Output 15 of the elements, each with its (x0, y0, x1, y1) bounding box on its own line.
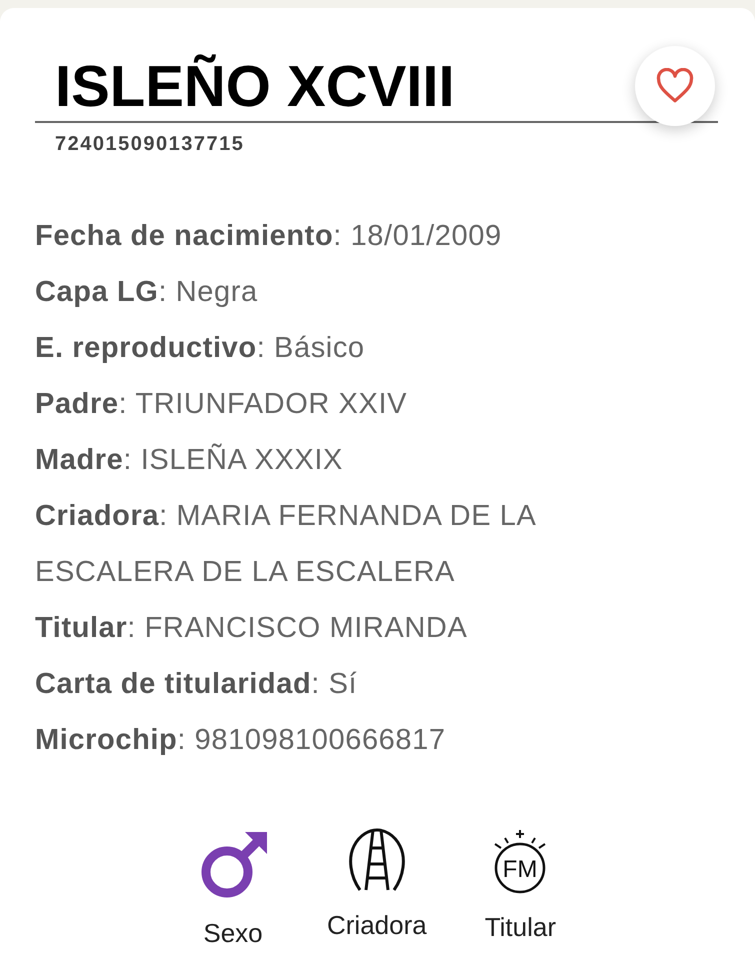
registration-number: 724015090137715 (55, 133, 246, 156)
badge-label: Titular (484, 912, 556, 943)
badge-label: Criadora (327, 910, 427, 941)
info-line: Madre: ISLEÑA XXXIX (35, 442, 344, 478)
info-line: Microchip: 981098100666817 (35, 723, 447, 758)
info-line: Capa LG: Negra (35, 275, 259, 310)
badge-label: Sexo (203, 918, 263, 949)
info-line: Carta de titularidad: Sí (35, 667, 358, 702)
info-line: Titular: FRANCISCO MIRANDA (35, 611, 468, 646)
horse-name: ISLEÑO XCVIII (55, 52, 455, 120)
info-line: Fecha de nacimiento: 18/01/2009 (35, 219, 503, 254)
info-line: E. reproductivo: Básico (35, 331, 366, 366)
info-line: Criadora: MARIA FERNANDA DE LA ESCALERA DE LA ESCALERA (35, 499, 536, 590)
info-line: Padre: TRIUNFADOR XXIV (35, 387, 408, 422)
heart-icon (655, 68, 695, 104)
